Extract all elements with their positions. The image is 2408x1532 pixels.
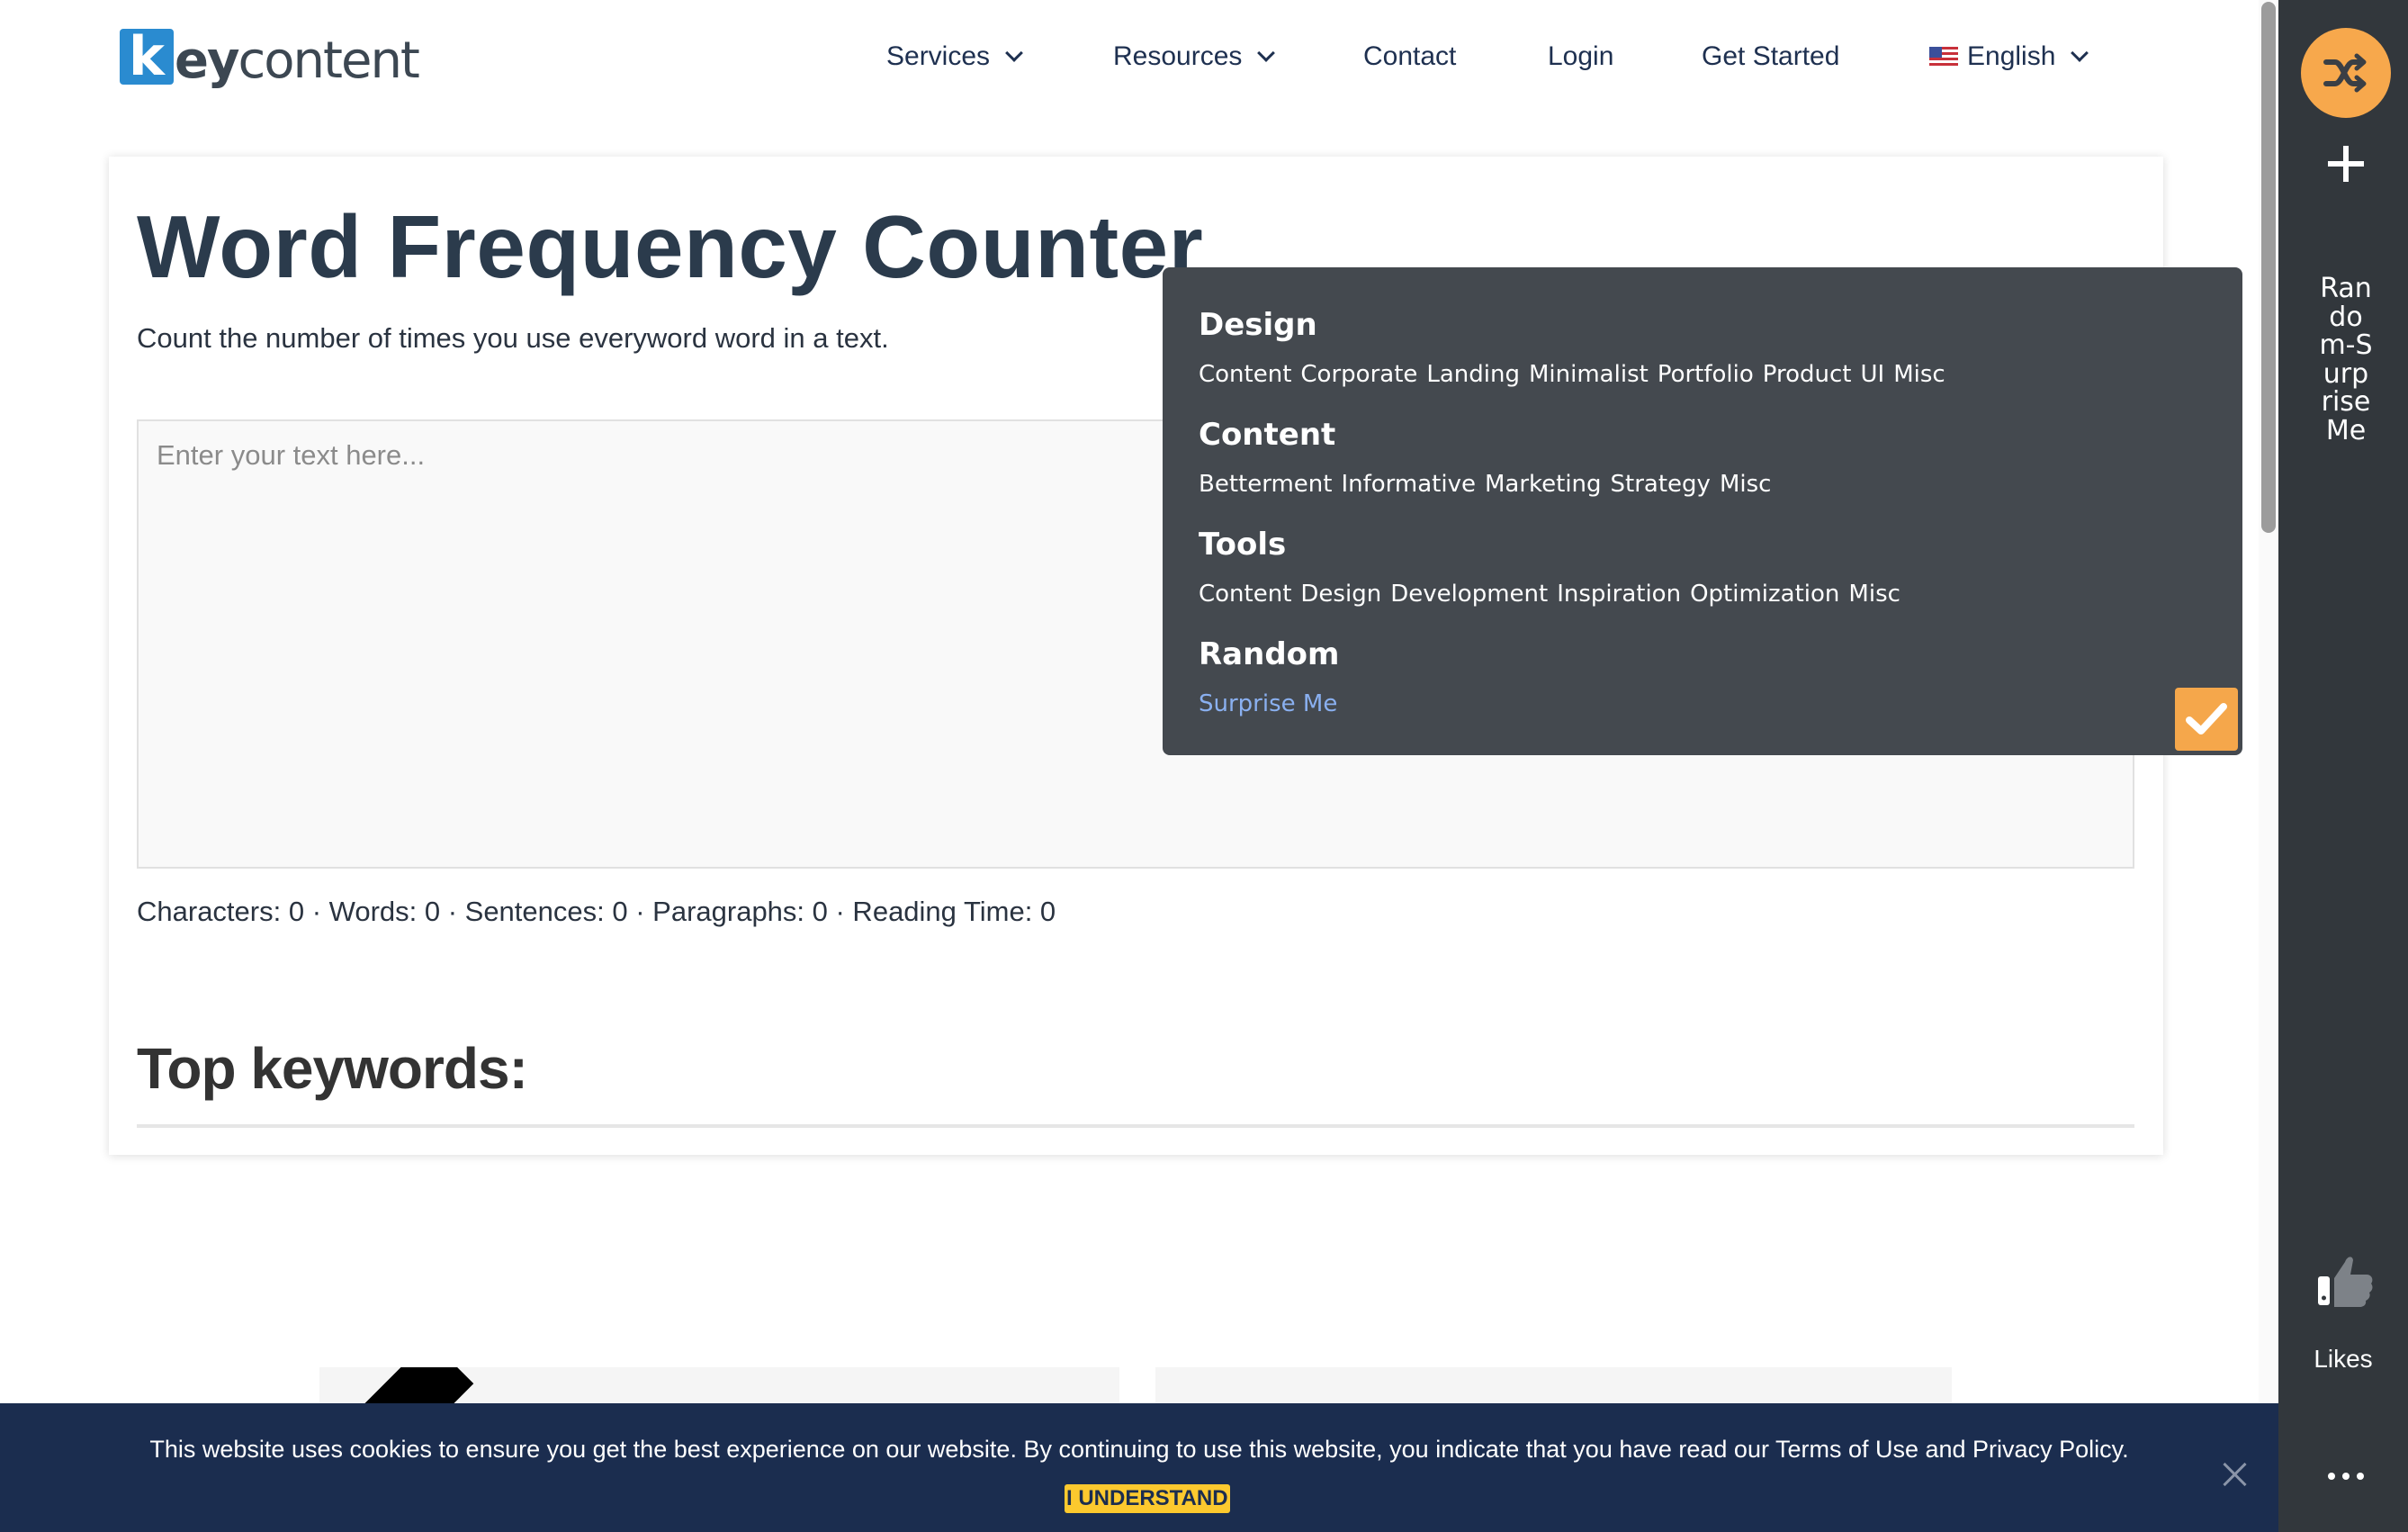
menu-link[interactable]: Development [1390,581,1548,608]
menu-heading-content: Content [1199,417,1336,453]
menu-section-random: Random Surprise Me [1199,636,1339,717]
top-keywords-heading: Top keywords: [137,1036,528,1101]
cookie-consent-bar: This website uses cookies to ensure you … [0,1403,2278,1532]
nav-resources[interactable]: Resources [1113,34,1276,79]
menu-link[interactable]: Product [1763,361,1852,388]
menu-section-tools: Tools Content Design Development Inspira… [1199,527,1900,608]
nav-login-label: Login [1548,41,1614,71]
more-options-icon[interactable] [2328,1467,2364,1485]
menu-links-design: Content Corporate Landing Minimalist Por… [1199,361,1945,388]
menu-link[interactable]: Content [1199,581,1291,608]
menu-link[interactable]: UI [1861,361,1885,388]
menu-link[interactable]: Misc [1720,471,1772,498]
menu-heading-random: Random [1199,636,1340,672]
nav-services[interactable]: Services [886,34,1023,79]
us-flag-icon [1929,47,1958,67]
language-label: English [1967,41,2056,71]
shuffle-button[interactable] [2301,28,2391,118]
nav-contact-label: Contact [1363,41,1457,71]
chevron-down-icon [1257,44,1276,62]
menu-link[interactable]: Strategy [1611,471,1711,498]
main-nav: Services Resources Contact Login Get Sta… [0,34,2278,79]
surprise-me-link[interactable]: Surprise Me [1199,690,1337,717]
menu-link[interactable]: Portfolio [1658,361,1754,388]
menu-link[interactable]: Landing [1426,361,1520,388]
shuffle-icon [2323,53,2367,93]
menu-link[interactable]: Minimalist [1529,361,1649,388]
menu-link[interactable]: Betterment [1199,471,1332,498]
chevron-down-icon [2071,44,2089,62]
menu-heading-tools: Tools [1199,527,1287,563]
confirm-check-button[interactable] [2175,688,2238,751]
menu-link[interactable]: Misc [1893,361,1945,388]
menu-links-content: Betterment Informative Marketing Strateg… [1199,471,1771,498]
menu-section-design: Design Content Corporate Landing Minimal… [1199,307,1945,388]
menu-link[interactable]: Inspiration [1557,581,1681,608]
nav-services-label: Services [886,41,991,71]
cookie-accept-button[interactable]: I UNDERSTAND [1065,1484,1230,1513]
nav-login[interactable]: Login [1548,34,1613,79]
menu-link[interactable]: Misc [1848,581,1900,608]
menu-link[interactable]: Marketing [1485,471,1602,498]
menu-link[interactable]: Content [1199,361,1291,388]
page-title: Word Frequency Counter [137,197,1204,296]
cookie-notice-text: This website uses cookies to ensure you … [149,1436,2129,1463]
text-stats: Characters: 0 · Words: 0 · Sentences: 0 … [137,896,1056,927]
nav-get-started-label: Get Started [1702,41,1840,71]
menu-section-content: Content Betterment Informative Marketing… [1199,417,1771,498]
likes-label[interactable]: Likes [2278,1345,2408,1374]
nav-contact[interactable]: Contact [1363,34,1456,79]
close-icon[interactable] [2223,1462,2248,1487]
menu-link[interactable]: Design [1300,581,1381,608]
nav-resources-label: Resources [1113,41,1243,71]
page-subtitle: Count the number of times you use everyw… [137,322,889,354]
menu-links-random: Surprise Me [1199,690,1339,717]
plus-icon[interactable] [2328,146,2364,182]
random-surprise-vertical-label[interactable]: Random-Surprise Me [2319,275,2373,445]
thumbs-up-icon[interactable] [2316,1251,2376,1311]
menu-heading-design: Design [1199,307,1317,343]
menu-link[interactable]: Corporate [1300,361,1417,388]
chevron-down-icon [1005,44,1023,62]
divider [137,1124,2134,1128]
site-header: k eycontent Services Resources Contact L… [0,0,2278,113]
random-menu-overlay: Design Content Corporate Landing Minimal… [1163,267,2242,755]
page-scrollbar-thumb[interactable] [2261,2,2276,533]
nav-get-started[interactable]: Get Started [1702,34,1839,79]
checkmark-icon [2186,703,2227,734]
menu-link[interactable]: Optimization [1690,581,1839,608]
menu-links-tools: Content Design Development Inspiration O… [1199,581,1900,608]
menu-link[interactable]: Informative [1341,471,1476,498]
language-selector[interactable]: English [1929,34,2089,79]
